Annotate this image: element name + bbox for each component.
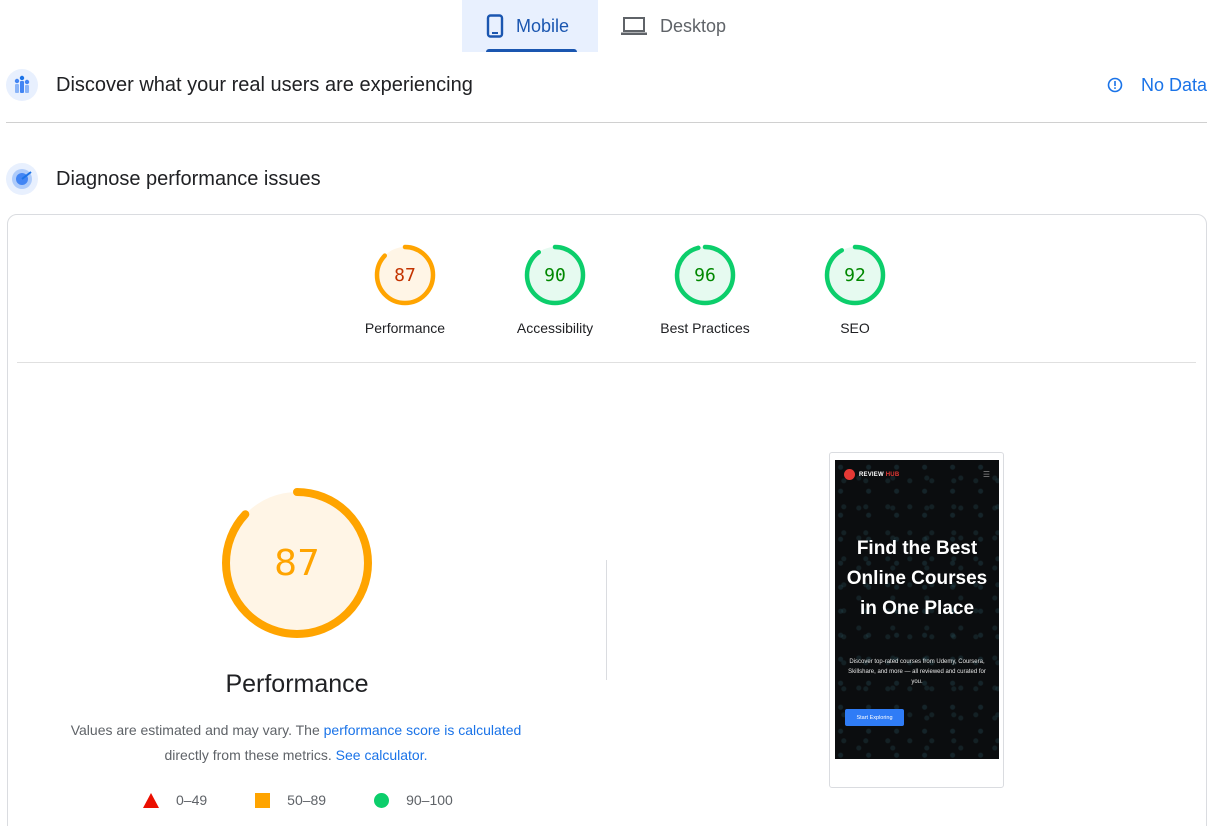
gauges-divider (17, 362, 1196, 363)
gauge-performance[interactable]: 87 Performance (330, 244, 480, 336)
circle-icon (374, 792, 390, 808)
section-divider (6, 122, 1207, 123)
legend-average-range: 50–89 (287, 792, 327, 808)
device-tabs: Mobile Desktop (462, 0, 748, 52)
legend-pass-range: 90–100 (406, 792, 453, 808)
legend-fail: 0–49 (143, 792, 207, 808)
performance-score: 87 (394, 265, 416, 286)
accessibility-label: Accessibility (516, 320, 594, 336)
users-chart-icon (6, 69, 38, 101)
performance-description: Values are estimated and may vary. The p… (40, 718, 552, 768)
preview-cta-button: Start Exploring (845, 709, 904, 726)
tab-desktop-label: Desktop (660, 15, 727, 36)
tab-mobile-label: Mobile (516, 15, 570, 36)
performance-gauge-ring: 87 (374, 244, 436, 306)
hamburger-icon: ☰ (982, 470, 990, 479)
best-practices-score: 96 (694, 265, 716, 286)
triangle-icon (143, 792, 159, 808)
tab-mobile[interactable]: Mobile (462, 0, 598, 52)
no-data-label: No Data (1140, 74, 1207, 95)
performance-label: Performance (364, 320, 446, 336)
lab-data-header: Diagnose performance issues (6, 162, 1207, 196)
square-icon (255, 792, 271, 808)
preview-heading: Find the Best Online Courses in One Plac… (846, 538, 988, 619)
diagnose-icon (6, 163, 38, 195)
seo-gauge-ring: 92 (824, 244, 886, 306)
tab-desktop[interactable]: Desktop (598, 0, 748, 52)
best-practices-gauge-ring: 96 (674, 244, 736, 306)
preview-nav: REVIEW HUB ☰ (844, 469, 990, 480)
desc-prefix: Values are estimated and may vary. The (70, 722, 324, 738)
preview-brand: REVIEW HUB (859, 471, 900, 478)
no-data-link[interactable]: No Data (1107, 75, 1207, 96)
field-data-header: Discover what your real users are experi… (6, 68, 1207, 102)
lab-data-title: Diagnose performance issues (56, 167, 321, 190)
category-gauges: 87 Performance 90 Accessibility 96 Best … (330, 244, 930, 336)
final-screenshot[interactable]: REVIEW HUB ☰ Find the Best Online Course… (829, 452, 1004, 788)
laptop-icon (620, 15, 648, 37)
info-icon (1107, 77, 1123, 93)
score-calculated-link[interactable]: performance score is calculated (324, 722, 522, 738)
score-legend: 0–49 50–89 90–100 (143, 792, 501, 808)
legend-average: 50–89 (255, 792, 326, 808)
gauge-best-practices[interactable]: 96 Best Practices (630, 244, 780, 336)
gauge-seo[interactable]: 92 SEO (780, 244, 930, 336)
see-calculator-link[interactable]: See calculator. (336, 747, 428, 763)
vertical-divider (606, 560, 607, 680)
legend-pass: 90–100 (374, 792, 453, 808)
performance-large-gauge: 87 (222, 488, 372, 638)
legend-fail-range: 0–49 (176, 792, 208, 808)
gauge-accessibility[interactable]: 90 Accessibility (480, 244, 630, 336)
page-preview: REVIEW HUB ☰ Find the Best Online Course… (835, 460, 999, 759)
seo-score: 92 (844, 265, 866, 286)
best-practices-label: Best Practices (660, 320, 750, 336)
accessibility-score: 90 (544, 265, 566, 286)
desc-middle: directly from these metrics. (164, 747, 336, 763)
review-hub-logo-icon (844, 469, 855, 480)
smartphone-icon (486, 14, 504, 38)
seo-label: SEO (840, 320, 870, 336)
performance-large-score: 87 (274, 543, 320, 584)
performance-large-label: Performance (225, 670, 369, 698)
accessibility-gauge-ring: 90 (524, 244, 586, 306)
preview-paragraph: Discover top-rated courses from Udemy, C… (848, 659, 986, 685)
field-data-title: Discover what your real users are experi… (56, 73, 473, 96)
